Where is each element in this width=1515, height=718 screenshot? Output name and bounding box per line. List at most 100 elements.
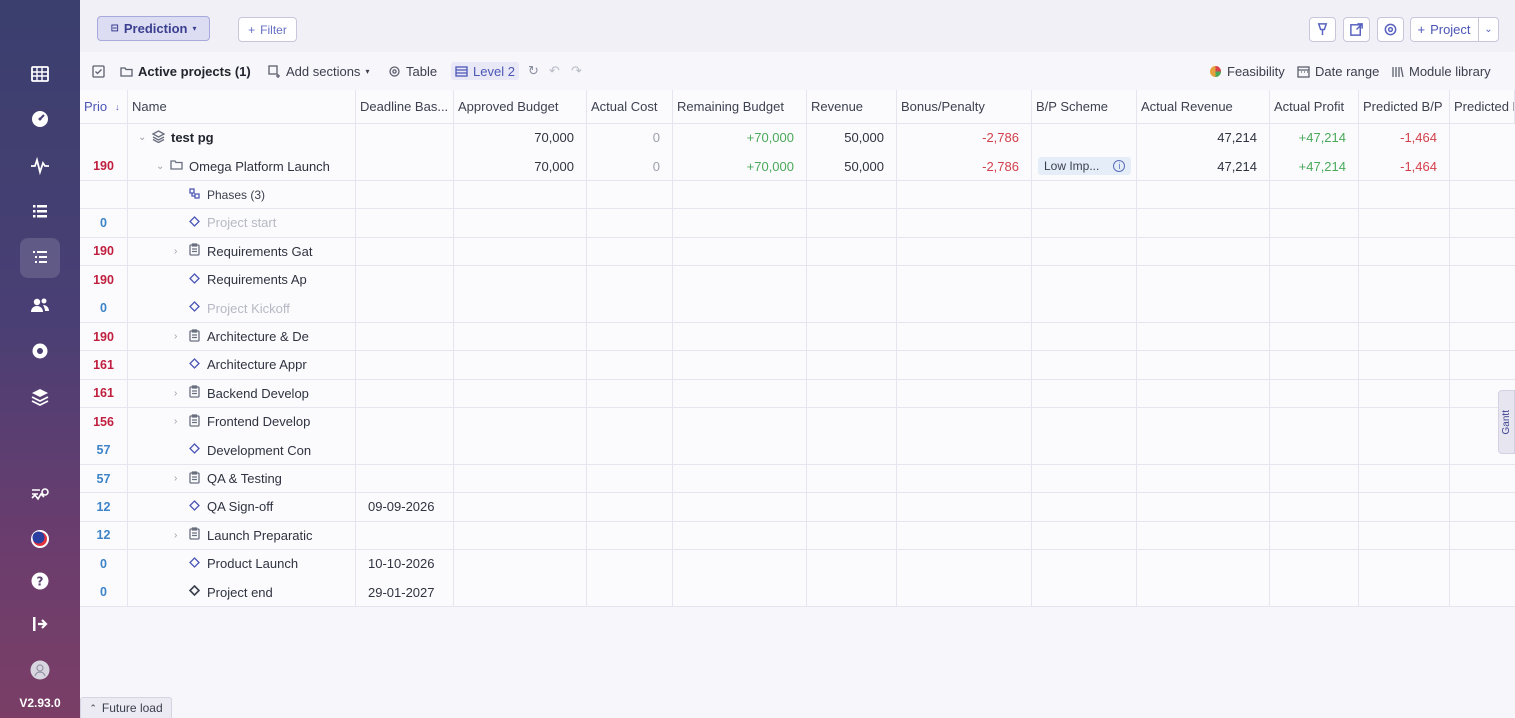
table-row[interactable]: 161 › Backend Develop [80,379,1515,409]
column-header[interactable]: Actual Revenue [1137,90,1270,123]
select-all-checkbox[interactable] [92,62,105,80]
column-header[interactable]: Remaining Budget [673,90,807,123]
dashboard-icon[interactable] [20,99,60,139]
table-row[interactable]: 190 Requirements Ap [80,266,1515,295]
expand-toggle-icon[interactable]: ⌄ [138,132,146,143]
row-name[interactable]: Requirements Ap [207,272,307,287]
row-name[interactable]: Omega Platform Launch [189,159,330,174]
list-icon[interactable] [20,192,60,232]
help-icon[interactable]: ? [20,561,60,601]
expand-toggle-icon[interactable]: › [174,246,182,257]
bp-scheme-badge[interactable]: Low Imp... i [1038,157,1132,176]
filter-button[interactable]: + Filter [238,17,297,42]
row-name[interactable]: Backend Develop [207,386,309,401]
grid-icon[interactable] [20,54,60,94]
expand-toggle-icon[interactable]: › [174,331,182,342]
gantt-panel-toggle[interactable]: Gantt [1498,390,1515,454]
row-name[interactable]: Product Launch [207,556,298,571]
table-row[interactable]: 12 QA Sign-off 09-09-2026 [80,493,1515,522]
revenue-cell [807,294,897,322]
column-header[interactable]: Actual Profit [1270,90,1359,123]
tasks-icon[interactable] [20,238,60,278]
info-icon[interactable]: i [1113,160,1126,173]
table-row[interactable]: 57 Development Con [80,436,1515,465]
actual-cost-cell [587,266,673,294]
column-header[interactable]: Actual Cost [587,90,673,123]
table-settings-button[interactable]: Table [388,62,437,80]
table-row[interactable]: 190 ⌄ Omega Platform Launch 70,000 0 +70,000 5… [80,152,1515,181]
column-header[interactable]: Approved Budget [454,90,587,123]
sort-desc-icon[interactable]: ↓ [115,102,120,112]
prediction-icon: ⊟ [110,23,119,34]
row-name[interactable]: QA Sign-off [207,499,273,514]
row-name[interactable]: Launch Preparatic [207,528,313,543]
column-header[interactable]: Predicted B/P [1359,90,1450,123]
users-icon[interactable] [20,285,60,325]
column-header[interactable]: Bonus/Penalty [897,90,1032,123]
row-name[interactable]: Frontend Develop [207,414,310,429]
table-row[interactable]: Phases (3) [80,180,1515,210]
row-name[interactable]: QA & Testing [207,471,282,486]
table-row[interactable]: 190 › Requirements Gat [80,237,1515,267]
table-row[interactable]: ⌄ test pg 70,000 0 +70,000 50,000 -2,786 47,214… [80,124,1515,153]
column-header-label: Actual Profit [1274,99,1345,114]
pulse-icon[interactable] [20,146,60,186]
table-row[interactable]: 0 Project end 29-01-2027 [80,578,1515,607]
column-header-label: Predicted R [1454,99,1514,114]
row-name[interactable]: Phases (3) [207,188,265,202]
undo-button[interactable]: ↶ [549,62,560,80]
column-header[interactable]: Prio ↓ [80,90,128,123]
actual-cost-cell [587,550,673,578]
row-name[interactable]: Development Con [207,443,311,458]
logout-icon[interactable] [20,604,60,644]
module-library-button[interactable]: Module library [1391,62,1491,80]
column-header[interactable]: Revenue [807,90,897,123]
row-name[interactable]: Project start [207,215,276,230]
table-row[interactable]: 156 › Frontend Develop [80,408,1515,437]
active-projects-selector[interactable]: Active projects (1) [120,62,251,80]
deadline-value: 09-09-2026 [368,499,435,515]
brand-icon[interactable] [20,519,60,559]
future-load-toggle[interactable]: ⌃ Future load [80,697,172,718]
settings-icon[interactable] [20,331,60,371]
layers-icon[interactable] [20,377,60,417]
table-row[interactable]: 0 Product Launch 10-10-2026 [80,550,1515,579]
row-name[interactable]: Project end [207,585,273,600]
expand-toggle-icon[interactable]: › [174,473,182,484]
table-row[interactable]: 12 › Launch Preparatic [80,521,1515,551]
expand-toggle-icon[interactable]: › [174,388,182,399]
row-name[interactable]: Project Kickoff [207,301,290,316]
expand-toggle-icon[interactable]: › [174,416,182,427]
column-header[interactable]: B/P Scheme [1032,90,1137,123]
actual-profit-cell [1270,209,1359,237]
expand-toggle-icon[interactable]: ⌄ [156,161,164,172]
column-header[interactable]: Name [128,90,356,123]
row-name[interactable]: Architecture Appr [207,357,307,372]
feasibility-button[interactable]: Feasibility [1209,62,1285,80]
date-range-button[interactable]: Date range [1297,62,1379,80]
row-name[interactable]: test pg [171,130,214,145]
analytics-icon[interactable] [20,476,60,516]
prediction-dropdown[interactable]: ⊟ Prediction ▾ [97,16,210,41]
settings-button[interactable] [1377,17,1404,42]
table-row[interactable]: 190 › Architecture & De [80,322,1515,352]
row-name[interactable]: Architecture & De [207,329,309,344]
column-header[interactable]: Predicted R [1450,90,1515,123]
table-row[interactable]: 0 Project Kickoff [80,294,1515,323]
priority-value: 12 [96,499,111,514]
actual-cost-cell-value: 0 [652,158,660,174]
refresh-button[interactable]: ↻ [528,62,539,80]
table-row[interactable]: 161 Architecture Appr [80,351,1515,380]
row-name[interactable]: Requirements Gat [207,244,313,259]
table-row[interactable]: 57 › QA & Testing [80,464,1515,494]
export-button[interactable] [1343,17,1370,42]
add-sections-dropdown[interactable]: Add sections ▾ [268,62,369,80]
column-header[interactable]: Deadline Bas... [356,90,454,123]
project-dropdown-toggle[interactable]: ⌄ [1478,18,1498,41]
level-selector[interactable]: Level 2 [451,62,519,80]
table-row[interactable]: 0 Project start [80,209,1515,238]
redo-button[interactable]: ↷ [571,62,582,80]
avatar-icon[interactable] [20,650,60,690]
expand-toggle-icon[interactable]: › [174,530,182,541]
tree-view-button[interactable] [1309,17,1336,42]
